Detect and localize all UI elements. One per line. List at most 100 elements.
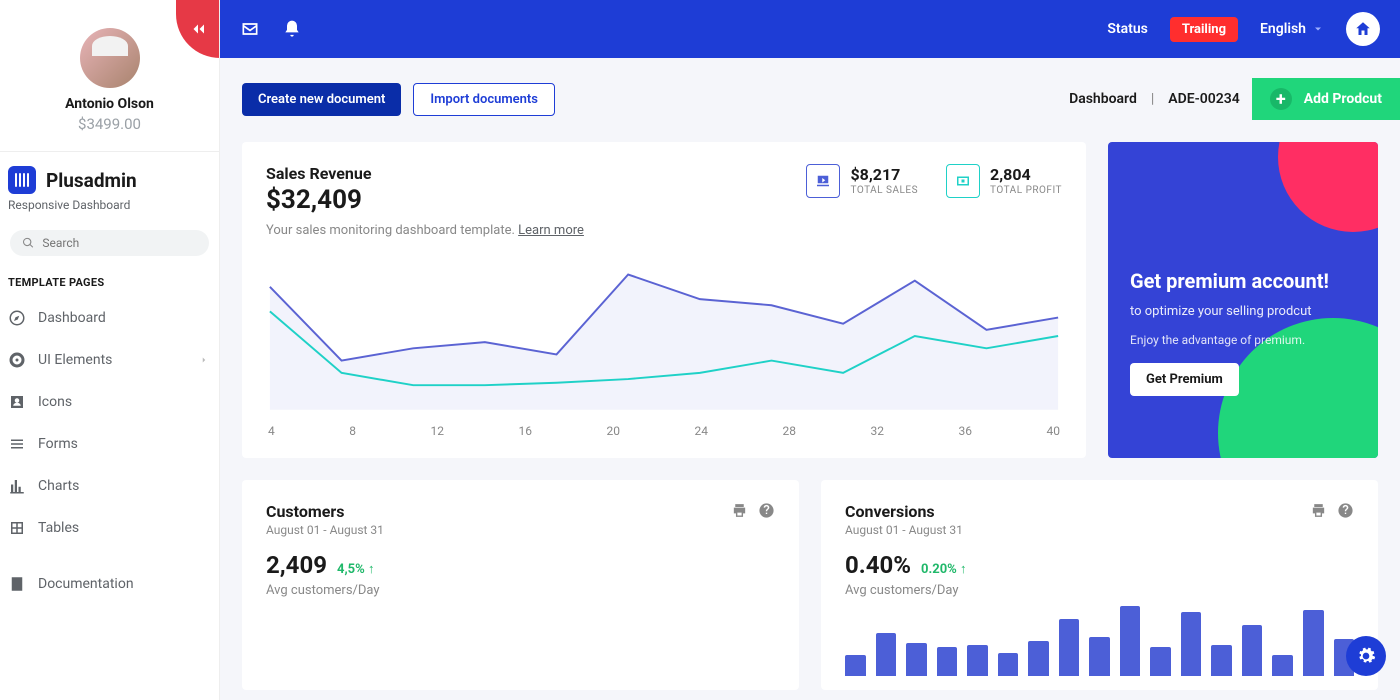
sidebar-item-label: Documentation xyxy=(38,576,134,592)
bar xyxy=(1150,647,1171,676)
trailing-badge[interactable]: Trailing xyxy=(1170,17,1238,42)
brand-logo-icon xyxy=(8,166,36,194)
conversions-range: August 01 - August 31 xyxy=(845,523,963,537)
settings-fab[interactable] xyxy=(1346,636,1386,676)
promo-title: Get premium account! xyxy=(1130,268,1356,294)
breadcrumb-separator: | xyxy=(1151,91,1154,107)
bar xyxy=(1181,612,1202,676)
sidebar-item-label: Forms xyxy=(38,436,78,452)
home-icon xyxy=(1354,20,1372,38)
chart-x-labels: 481216202428323640 xyxy=(266,424,1062,438)
sidebar-item-charts[interactable]: Charts xyxy=(0,465,219,507)
conversions-sub: Avg customers/Day xyxy=(845,583,1354,598)
sidebar-item-tables[interactable]: Tables xyxy=(0,507,219,549)
total-profit-value: 2,804 xyxy=(990,167,1062,183)
avatar[interactable] xyxy=(80,28,140,88)
bar xyxy=(1089,637,1110,676)
language-label: English xyxy=(1260,21,1306,37)
content-area: Create new document Import documents Das… xyxy=(220,58,1400,700)
total-sales-value: $8,217 xyxy=(850,167,918,183)
document-icon xyxy=(8,575,26,593)
chevron-down-icon xyxy=(1312,23,1324,35)
bar-chart-icon xyxy=(8,477,26,495)
bar xyxy=(937,647,958,676)
learn-more-link[interactable]: Learn more xyxy=(518,223,584,238)
help-icon[interactable] xyxy=(758,502,775,519)
search-input-wrap[interactable] xyxy=(10,230,209,256)
sidebar: Antonio Olson $3499.00 Plusadmin Respons… xyxy=(0,0,220,700)
bar xyxy=(1211,645,1232,676)
sidebar-item-label: Dashboard xyxy=(38,310,106,326)
revenue-title: Sales Revenue xyxy=(266,164,584,183)
customers-range: August 01 - August 31 xyxy=(266,523,384,537)
customers-value: 2,409 xyxy=(266,551,327,579)
bar xyxy=(845,655,866,676)
sidebar-item-ui-elements[interactable]: UI Elements xyxy=(0,339,219,381)
brand-name: Plusadmin xyxy=(46,169,137,192)
target-icon xyxy=(8,351,26,369)
print-icon[interactable] xyxy=(731,502,748,519)
account-icon xyxy=(8,393,26,411)
conversions-title: Conversions xyxy=(845,502,963,521)
add-product-label: Add Prodcut xyxy=(1304,91,1382,107)
revenue-subtitle-text: Your sales monitoring dashboard template… xyxy=(266,223,515,238)
breadcrumb-dashboard[interactable]: Dashboard xyxy=(1069,91,1137,107)
total-sales-label: TOTAL SALES xyxy=(850,185,918,196)
revenue-subtitle: Your sales monitoring dashboard template… xyxy=(266,223,584,238)
sidebar-item-documentation[interactable]: Documentation xyxy=(0,563,219,605)
revenue-value: $32,409 xyxy=(266,185,584,215)
bar xyxy=(1242,625,1263,676)
brand-row: Plusadmin xyxy=(0,151,219,198)
conversions-bar-chart xyxy=(845,606,1354,676)
sidebar-item-forms[interactable]: Forms xyxy=(0,423,219,465)
customers-title: Customers xyxy=(266,502,384,521)
sidebar-section-label: TEMPLATE PAGES xyxy=(0,270,219,297)
print-icon[interactable] xyxy=(1310,502,1327,519)
bell-icon[interactable] xyxy=(282,19,302,39)
search-input[interactable] xyxy=(42,236,197,250)
get-premium-button[interactable]: Get Premium xyxy=(1130,363,1239,396)
total-profit-stat: 2,804 TOTAL PROFIT xyxy=(946,164,1062,198)
bar xyxy=(1303,610,1324,676)
total-sales-stat: $8,217 TOTAL SALES xyxy=(806,164,918,198)
promo-line1: to optimize your selling prodcut xyxy=(1130,304,1356,319)
home-button[interactable] xyxy=(1346,12,1380,46)
sidebar-item-label: Icons xyxy=(38,394,72,410)
help-icon[interactable] xyxy=(1337,502,1354,519)
sales-icon xyxy=(806,164,840,198)
profile-balance: $3499.00 xyxy=(10,115,209,133)
revenue-chart: 481216202428323640 xyxy=(266,256,1062,436)
conversions-card: Conversions August 01 - August 31 0.40% … xyxy=(821,480,1378,690)
plus-icon: + xyxy=(1270,88,1292,110)
customers-sub: Avg customers/Day xyxy=(266,583,775,598)
chevron-left-icon xyxy=(189,20,207,38)
conversions-value: 0.40% xyxy=(845,551,911,579)
breadcrumb-code: ADE-00234 xyxy=(1168,91,1239,107)
bar xyxy=(1272,655,1293,676)
profit-icon xyxy=(946,164,980,198)
grid-icon xyxy=(8,519,26,537)
profile-name: Antonio Olson xyxy=(10,96,209,112)
add-product-button[interactable]: + Add Prodcut xyxy=(1252,78,1400,120)
premium-promo-card: Get premium account! to optimize your se… xyxy=(1108,142,1378,458)
status-link[interactable]: Status xyxy=(1107,21,1147,37)
import-documents-button[interactable]: Import documents xyxy=(413,83,555,116)
chevron-right-icon xyxy=(199,355,209,365)
compass-icon xyxy=(8,309,26,327)
bar xyxy=(906,643,927,676)
language-selector[interactable]: English xyxy=(1260,21,1324,37)
promo-line2: Enjoy the advantage of premium. xyxy=(1130,333,1356,347)
sidebar-item-label: Tables xyxy=(38,520,79,536)
sidebar-item-dashboard[interactable]: Dashboard xyxy=(0,297,219,339)
customers-delta: 4,5% ↑ xyxy=(337,561,374,577)
brand-subtitle: Responsive Dashboard xyxy=(0,198,219,224)
bar xyxy=(876,633,897,676)
mail-icon[interactable] xyxy=(240,19,260,39)
customers-card: Customers August 01 - August 31 2,409 4,… xyxy=(242,480,799,690)
sidebar-item-label: UI Elements xyxy=(38,352,112,368)
create-document-button[interactable]: Create new document xyxy=(242,83,401,116)
topbar: Status Trailing English xyxy=(220,0,1400,58)
bar xyxy=(967,645,988,676)
bar xyxy=(998,653,1019,676)
sidebar-item-icons[interactable]: Icons xyxy=(0,381,219,423)
